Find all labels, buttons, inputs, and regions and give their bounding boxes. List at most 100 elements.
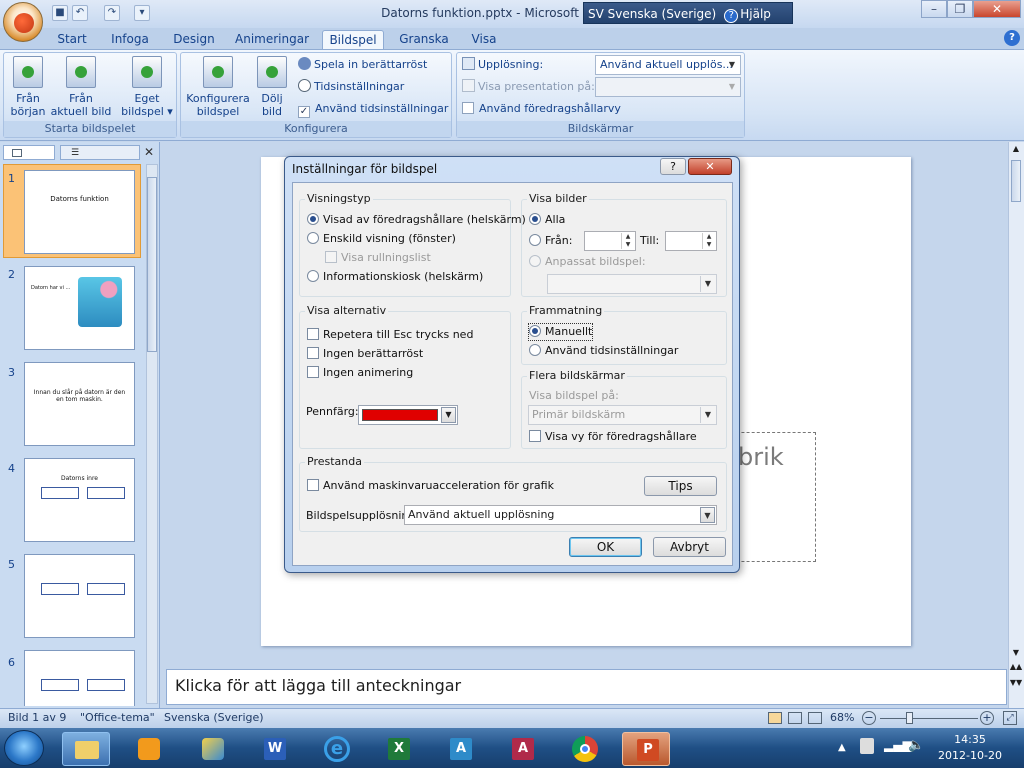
button-label: bildspel ▾	[121, 105, 173, 118]
zoom-slider[interactable]	[880, 718, 978, 719]
all-slides-radio[interactable]: Alla	[529, 212, 565, 228]
explorer-icon[interactable]	[62, 732, 110, 766]
no-narration-checkbox[interactable]: Ingen berättarröst	[307, 346, 423, 362]
radio-label: Alla	[545, 213, 566, 226]
tab-design[interactable]: Design	[168, 30, 220, 50]
show-presentation-on-label: Visa presentation på:	[462, 78, 595, 96]
pen-color-picker[interactable]: ▼	[358, 405, 458, 425]
individual-window-radio[interactable]: Enskild visning (fönster)	[307, 231, 456, 247]
previous-slide-icon[interactable]: ▲▲	[1009, 662, 1023, 671]
no-animation-checkbox[interactable]: Ingen animering	[307, 365, 413, 381]
rehearse-timings-button[interactable]: Tidsinställningar	[298, 78, 404, 96]
dialog-help-button[interactable]: ?	[660, 158, 686, 175]
from-beginning-button[interactable]: Från början	[6, 56, 50, 118]
checkbox-empty-icon	[325, 251, 337, 263]
zoom-in-icon[interactable]: +	[980, 711, 994, 725]
resolution-dropdown-dialog[interactable]: Använd aktuell upplösning ▼	[404, 505, 717, 525]
from-radio[interactable]: Från:	[529, 233, 572, 249]
scroll-thumb[interactable]	[147, 177, 157, 352]
slides-tab[interactable]	[3, 145, 55, 160]
excel-icon[interactable]: X	[374, 732, 422, 766]
custom-slideshow-button[interactable]: Eget bildspel ▾	[118, 56, 176, 118]
help-label[interactable]: Hjälp	[740, 7, 771, 21]
slide-thumbnail[interactable]: Datorns funktion	[24, 170, 135, 254]
cancel-button[interactable]: Avbryt	[653, 537, 726, 557]
dialog-close-button[interactable]: ✕	[688, 158, 732, 175]
clock[interactable]: 14:35 2012-10-20	[930, 732, 1010, 764]
office-button[interactable]	[3, 2, 43, 42]
resolution-dropdown[interactable]: Använd aktuell upplös... ▼	[595, 55, 741, 75]
slide-sorter-icon[interactable]	[788, 712, 802, 724]
next-slide-icon[interactable]: ▼▼	[1009, 678, 1023, 687]
zoom-level[interactable]: 68%	[830, 709, 854, 727]
scroll-up-icon[interactable]: ▲	[1009, 144, 1023, 153]
volume-icon[interactable]: 🔈	[908, 738, 924, 753]
use-timings-radio[interactable]: Använd tidsinställningar	[529, 343, 678, 359]
media-player-icon[interactable]	[124, 732, 172, 766]
redo-icon[interactable]: ↷	[104, 5, 120, 21]
slide-thumbnail[interactable]: Innan du slår på datorn är den en tom ma…	[24, 362, 135, 446]
dialog-title: Inställningar för bildspel	[292, 162, 438, 176]
publisher-icon[interactable]: A	[436, 732, 484, 766]
thumbnails-scrollbar[interactable]	[146, 164, 158, 704]
undo-icon[interactable]: ↶	[72, 5, 88, 21]
save-icon[interactable]: ■	[52, 5, 68, 21]
tab-granska[interactable]: Granska	[394, 30, 454, 50]
slide-number: 1	[8, 172, 15, 185]
chrome-icon[interactable]	[560, 732, 608, 766]
slide-thumbnail[interactable]	[24, 650, 135, 706]
presenter-view-checkbox[interactable]: Använd föredragshållarvy	[462, 100, 621, 118]
help-icon[interactable]: ?	[1004, 30, 1020, 46]
normal-view-icon[interactable]	[768, 712, 782, 724]
close-panel-icon[interactable]: ✕	[144, 145, 154, 159]
zoom-slider-thumb[interactable]	[906, 712, 913, 724]
hardware-acceleration-checkbox[interactable]: Använd maskinvaruacceleration för grafik	[307, 478, 554, 494]
customize-qat-icon[interactable]: ▾	[134, 5, 150, 21]
tab-bildspel[interactable]: Bildspel	[322, 30, 384, 50]
setup-slideshow-button[interactable]: Konfigurera bildspel	[184, 56, 252, 118]
presenter-fullscreen-radio[interactable]: Visad av föredragshållare (helskärm)	[307, 212, 526, 228]
slide-thumbnail[interactable]: Datorns inre	[24, 458, 135, 542]
access-icon[interactable]: A	[498, 732, 546, 766]
manual-advance-radio[interactable]: Manuellt	[527, 323, 594, 341]
show-hidden-icons-icon[interactable]: ▲	[838, 742, 846, 753]
to-slide-input[interactable]: ▲ ▼	[665, 231, 717, 251]
outline-tab[interactable]: ☰	[60, 145, 140, 160]
tray-app-icon[interactable]	[860, 738, 874, 754]
fit-to-window-icon[interactable]: ⤢	[1003, 711, 1017, 725]
tab-infoga[interactable]: Infoga	[104, 30, 156, 50]
record-narration-button[interactable]: Spela in berättarröst	[298, 56, 427, 74]
notes-pane[interactable]: Klicka för att lägga till anteckningar	[166, 669, 1007, 705]
kiosk-radio[interactable]: Informationskiosk (helskärm)	[307, 269, 483, 285]
slideshow-view-icon[interactable]	[808, 712, 822, 724]
tab-start[interactable]: Start	[52, 30, 92, 50]
presenter-view-checkbox-dialog[interactable]: Visa vy för föredragshållare	[529, 429, 697, 445]
zoom-out-icon[interactable]: −	[862, 711, 876, 725]
loop-checkbox[interactable]: Repetera till Esc trycks ned	[307, 327, 473, 343]
internet-explorer-icon[interactable]: e	[312, 732, 360, 766]
from-current-slide-button[interactable]: Från aktuell bild	[50, 56, 112, 118]
tab-visa[interactable]: Visa	[464, 30, 504, 50]
scroll-thumb[interactable]	[1011, 160, 1021, 202]
tips-button[interactable]: Tips	[644, 476, 717, 496]
powerpoint-icon[interactable]: P	[622, 732, 670, 766]
slide-thumbnail[interactable]: Datorn har vi ...	[24, 266, 135, 350]
scroll-down-icon[interactable]: ▼	[1009, 648, 1023, 657]
language-status[interactable]: Svenska (Sverige)	[164, 709, 264, 727]
vertical-scrollbar[interactable]: ▲ ▼ ▲▲ ▼▼	[1008, 142, 1024, 708]
slide-thumbnail[interactable]	[24, 554, 135, 638]
language-bar[interactable]: SV Svenska (Sverige)? Hjälp	[583, 2, 793, 24]
paint-icon[interactable]	[188, 732, 236, 766]
minimize-button[interactable]: –	[921, 0, 947, 18]
group-label: Starta bildspelet	[4, 121, 176, 137]
maximize-button[interactable]: ❐	[947, 0, 973, 18]
from-slide-input[interactable]: ▲ ▼	[584, 231, 636, 251]
word-icon[interactable]: W	[250, 732, 298, 766]
show-on-dropdown: ▼	[595, 77, 741, 97]
use-timings-checkbox[interactable]: ✓ Använd tidsinställningar	[298, 100, 448, 118]
start-button[interactable]	[4, 730, 44, 766]
close-button[interactable]: ✕	[973, 0, 1021, 18]
tab-animeringar[interactable]: Animeringar	[232, 30, 312, 50]
ok-button[interactable]: OK	[569, 537, 642, 557]
hide-slide-button[interactable]: Dölj bild	[254, 56, 290, 118]
